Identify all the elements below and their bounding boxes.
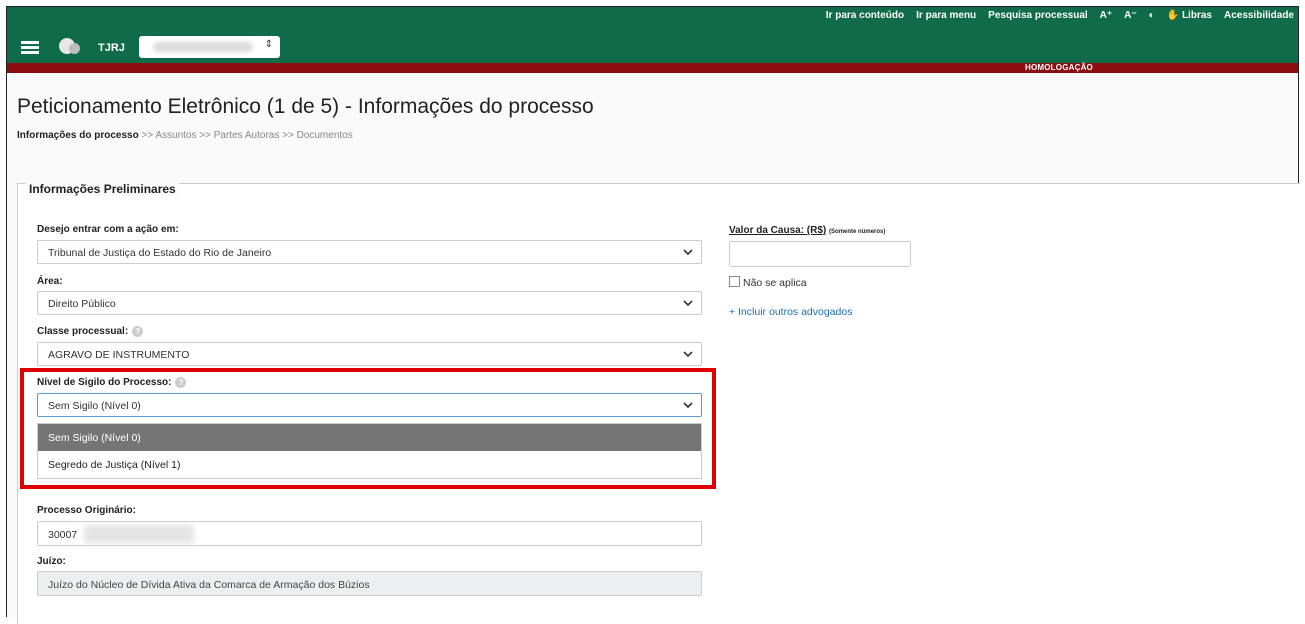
valor-label: Valor da Causa: (R$) (Somente números) [729,225,885,236]
tjrj-logo-icon [59,38,81,56]
decrease-font-button[interactable]: A⁻ [1124,10,1137,21]
environment-label: HOMOLOGAÇÃO [1025,63,1093,72]
breadcrumb-rest: >> Assuntos >> Partes Autoras >> Documen… [138,130,353,141]
area-value: Direito Público [48,298,116,310]
originario-value: 30007 [48,529,78,541]
unit-select[interactable]: ⇕ [139,36,280,58]
fieldset-legend: Informações Preliminares [26,182,179,196]
hamburger-menu-icon[interactable] [21,41,39,54]
increase-font-button[interactable]: A⁺ [1100,10,1113,21]
environment-bar: HOMOLOGAÇÃO [7,63,1298,73]
valor-causa-input[interactable] [729,241,911,267]
libras-link[interactable]: ✋ Libras [1167,10,1212,21]
acao-value: Tribunal de Justiça do Estado do Rio de … [48,247,272,259]
valor-hint: (Somente números) [829,229,886,235]
chevron-down-icon [683,351,693,358]
top-header: Ir para conteúdo Ir para menu Pesquisa p… [7,7,1298,63]
acao-label: Desejo entrar com a ação em: [37,224,179,235]
nao-aplica-label: Não se aplica [743,277,807,289]
chevron-down-icon [683,300,693,307]
originario-input[interactable]: 30007 [37,521,702,546]
skip-to-content-link[interactable]: Ir para conteúdo [826,10,904,21]
accessibility-link[interactable]: Acessibilidade [1224,10,1294,21]
brand-label: TJRJ [98,42,125,54]
acao-select[interactable]: Tribunal de Justiça do Estado do Rio de … [37,240,702,264]
breadcrumb-current: Informações do processo [17,130,139,141]
classe-select[interactable]: AGRAVO DE INSTRUMENTO [37,342,702,366]
nao-aplica-checkbox[interactable]: Não se aplica [729,276,807,289]
incluir-advogados-link[interactable]: + Incluir outros advogados [729,306,852,318]
contrast-icon[interactable]: ◐ [1149,10,1155,21]
classe-label-text: Classe processual: [37,326,129,338]
classe-label: Classe processual:? [37,326,144,338]
juizo-value: Juízo do Núcleo de Dívida Ativa da Comar… [48,579,370,591]
chevron-down-icon [683,249,693,256]
process-search-link[interactable]: Pesquisa processual [988,10,1088,21]
originario-label: Processo Originário: [37,505,136,516]
juizo-label: Juízo: [37,556,66,567]
breadcrumb: Informações do processo >> Assuntos >> P… [17,130,353,141]
juizo-input: Juízo do Núcleo de Dívida Ativa da Comar… [37,571,702,596]
redacted-value [153,42,253,52]
redacted-value [84,525,194,543]
skip-to-menu-link[interactable]: Ir para menu [916,10,976,21]
highlight-box [20,368,716,489]
checkbox-box[interactable] [729,276,740,287]
classe-value: AGRAVO DE INSTRUMENTO [48,349,190,361]
valor-label-text: Valor da Causa: (R$) [729,225,827,236]
area-select[interactable]: Direito Público [37,291,702,315]
area-label: Área: [37,276,63,287]
select-arrows-icon: ⇕ [264,39,273,50]
page-title: Peticionamento Eletrônico (1 de 5) - Inf… [17,95,594,118]
help-icon[interactable]: ? [132,326,144,337]
accessibility-links: Ir para conteúdo Ir para menu Pesquisa p… [826,10,1294,21]
